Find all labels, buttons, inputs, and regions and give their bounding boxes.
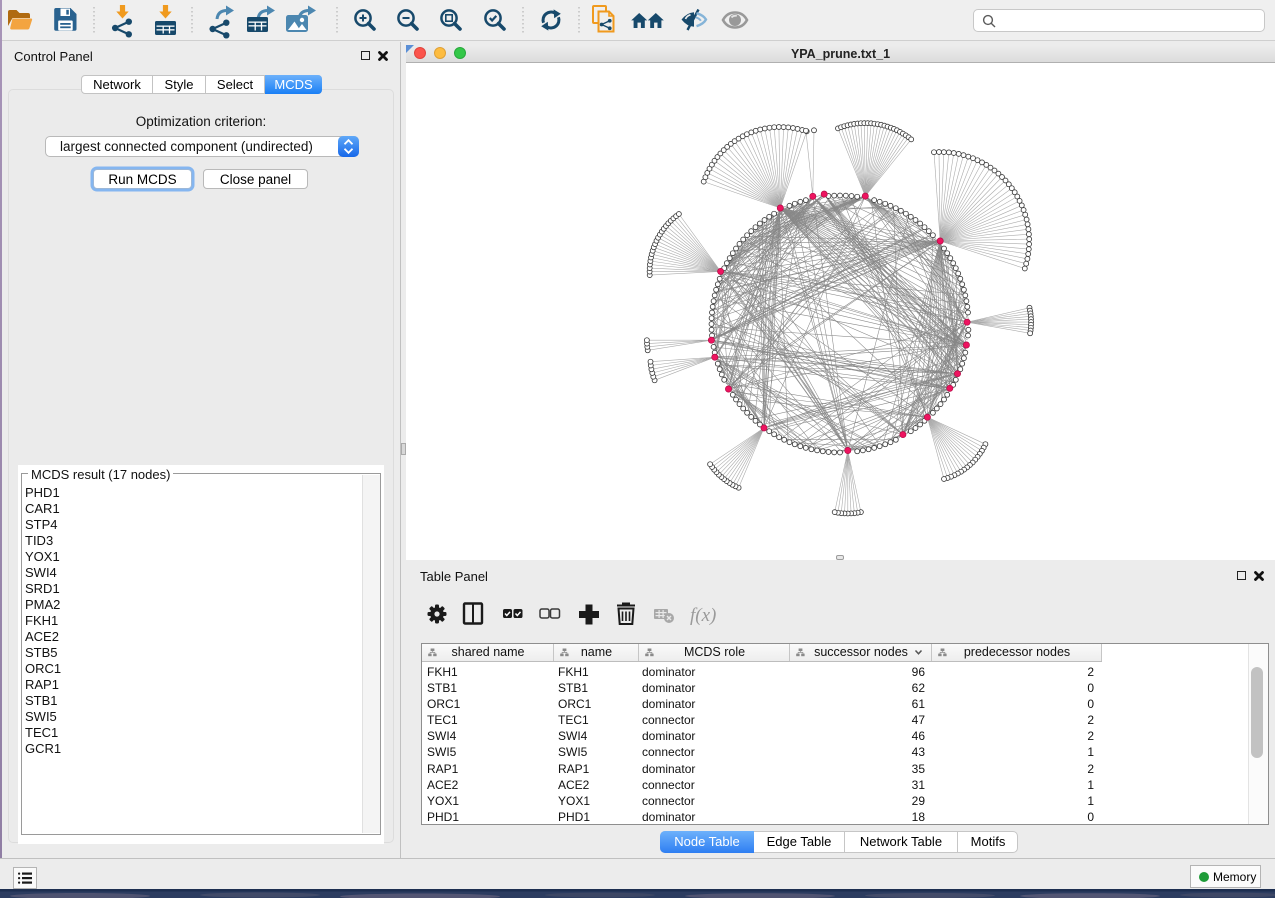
- svg-text:f(x): f(x): [690, 605, 716, 626]
